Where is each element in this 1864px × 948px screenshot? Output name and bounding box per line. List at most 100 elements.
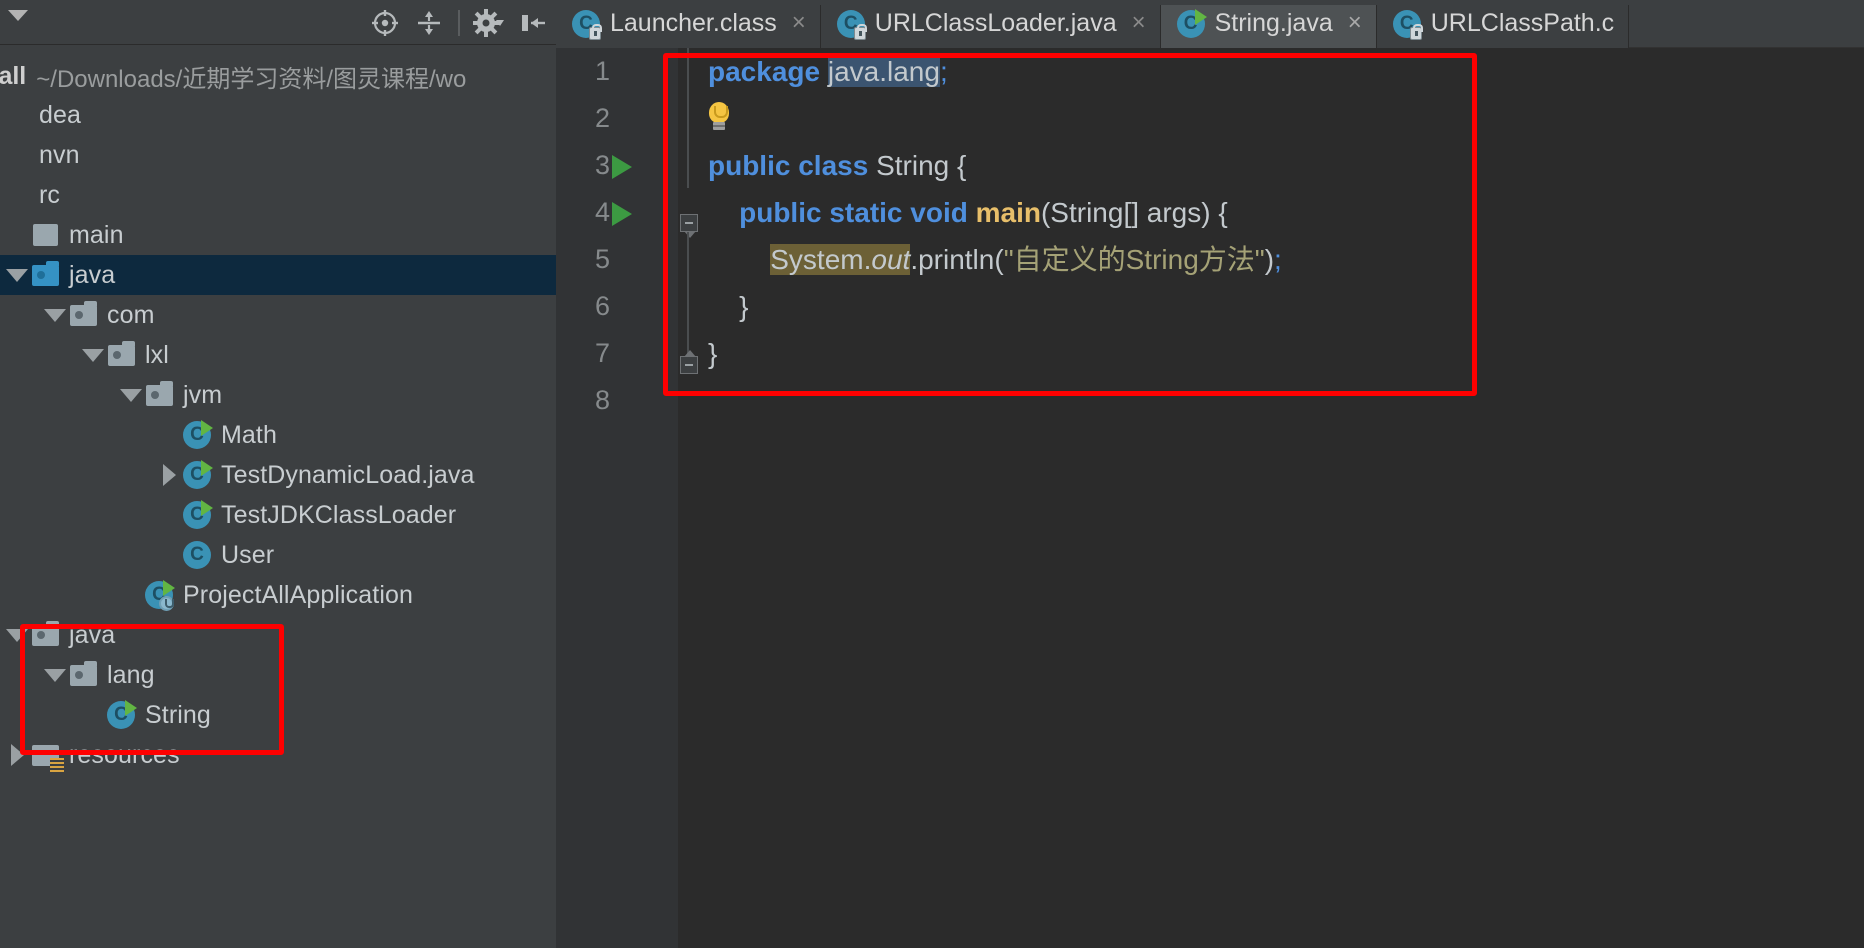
tree-item-label: nvn <box>39 140 80 169</box>
tree-item-label: User <box>221 540 275 569</box>
twisty-expanded-icon[interactable] <box>42 655 68 695</box>
line-number: 8 <box>594 385 610 415</box>
tree-item-java[interactable]: java <box>0 255 556 295</box>
spring-class-icon: C <box>144 580 175 611</box>
project-name: ect-all <box>0 61 27 90</box>
editor-tab-urlclassloader-java[interactable]: C URLClassLoader.java × <box>820 0 1161 48</box>
compiled-class-icon: C <box>571 9 602 40</box>
tree-item-testjdkclassloader[interactable]: C TestJDKClassLoader <box>0 495 556 535</box>
code-folding-strip[interactable] <box>678 48 700 948</box>
tab-close-icon[interactable]: × <box>1132 11 1146 35</box>
project-path-row[interactable]: ect-all ~/Downloads/近期学习资料/图灵课程/wo <box>0 57 556 95</box>
package-folder-icon <box>68 660 98 690</box>
tree-item-label: com <box>107 300 155 329</box>
twisty-expanded-icon[interactable] <box>118 375 144 415</box>
editor-gutter[interactable]: 1 2 3 4 5 6 7 8 <box>556 48 678 948</box>
tree-item-label: Math <box>221 420 277 449</box>
tree-item-idea[interactable]: dea <box>0 95 556 135</box>
tree-item-math[interactable]: C Math <box>0 415 556 455</box>
code-token: .println( <box>910 244 1004 275</box>
gear-icon[interactable] <box>472 6 506 40</box>
tree-item-user[interactable]: C User <box>0 535 556 575</box>
tree-item-testdynamicload-java[interactable]: C TestDynamicLoad.java <box>0 455 556 495</box>
gutter-line-1[interactable]: 1 <box>556 48 678 95</box>
collapse-all-icon[interactable] <box>412 6 446 40</box>
editor-tab-launcher-class[interactable]: C Launcher.class × <box>556 0 821 48</box>
twisty-collapsed-icon[interactable] <box>156 455 182 495</box>
twisty-expanded-icon[interactable] <box>42 295 68 335</box>
tree-item-jvm[interactable]: jvm <box>0 375 556 415</box>
tree-item-label: lang <box>107 660 155 689</box>
tree-item-lang[interactable]: lang <box>0 655 556 695</box>
chevron-down-icon[interactable] <box>8 10 28 21</box>
fold-guideline <box>687 48 689 188</box>
code-token: "自定义的String方法" <box>1003 244 1265 275</box>
tree-item-mvn[interactable]: nvn <box>0 135 556 175</box>
gutter-line-2[interactable]: 2 <box>556 95 678 142</box>
tree-item-label: TestDynamicLoad.java <box>221 460 475 489</box>
compiled-class-icon: C <box>1392 9 1423 40</box>
tab-close-icon[interactable]: × <box>792 11 806 35</box>
code-line-1[interactable]: package java.lang; <box>708 48 1858 95</box>
code-token: ; <box>1274 244 1282 275</box>
hide-panel-icon[interactable] <box>516 6 550 40</box>
tree-item-com[interactable]: com <box>0 295 556 335</box>
code-line-6[interactable]: } <box>708 283 1858 330</box>
project-tree[interactable]: dea nvn rc main java com lxl jvm C Math C TestDynam… <box>0 95 556 948</box>
class-icon: C <box>182 540 212 570</box>
line-number: 3 <box>594 150 610 180</box>
code-line-5[interactable]: System.out.println("自定义的String方法"); <box>708 236 1858 283</box>
tree-item-label: java <box>69 260 116 289</box>
editor-tab-bar[interactable]: C Launcher.class × C URLClassLoader.java × C St… <box>556 0 1864 48</box>
gutter-line-7[interactable]: 7 <box>556 330 678 377</box>
fold-connector <box>687 232 689 366</box>
code-text[interactable]: package java.lang; public class String {… <box>708 48 1858 948</box>
tree-item-projectallapplication[interactable]: C ProjectAllApplication <box>0 575 556 615</box>
code-line-2[interactable] <box>708 95 1858 142</box>
runnable-class-icon: C <box>182 500 213 530</box>
package-folder-icon <box>106 340 136 370</box>
gutter-line-8[interactable]: 8 <box>556 377 678 424</box>
fold-marker-open[interactable] <box>680 214 698 238</box>
tree-item-label: java <box>69 620 116 649</box>
runnable-class-icon: C <box>182 460 213 490</box>
twisty-expanded-icon[interactable] <box>4 255 30 295</box>
tree-item-src[interactable]: rc <box>0 175 556 215</box>
tree-item-resources[interactable]: resources <box>0 735 556 775</box>
code-line-7[interactable]: } <box>708 330 1858 377</box>
gutter-line-6[interactable]: 6 <box>556 283 678 330</box>
editor-tab-urlclasspath-c[interactable]: C URLClassPath.c <box>1376 0 1630 48</box>
editor-code-pane[interactable]: package java.lang; public class String {… <box>678 48 1864 948</box>
tree-item-java[interactable]: java <box>0 615 556 655</box>
project-view-selector[interactable] <box>8 10 28 21</box>
intention-bulb-icon[interactable] <box>706 102 732 132</box>
twisty-collapsed-icon[interactable] <box>4 735 30 775</box>
gutter-line-5[interactable]: 5 <box>556 236 678 283</box>
package-folder-icon <box>68 300 98 330</box>
run-line-icon[interactable] <box>612 155 632 179</box>
locate-icon[interactable] <box>368 6 402 40</box>
fold-marker-close[interactable] <box>680 350 698 374</box>
code-line-3[interactable]: public class String { <box>708 142 1858 189</box>
gutter-line-4[interactable]: 4 <box>556 189 678 236</box>
tree-item-main[interactable]: main <box>0 215 556 255</box>
tree-item-lxl[interactable]: lxl <box>0 335 556 375</box>
twisty-expanded-icon[interactable] <box>80 335 106 375</box>
twisty-expanded-icon[interactable] <box>4 615 30 655</box>
tree-item-label: ProjectAllApplication <box>183 580 413 609</box>
tab-label: Launcher.class <box>610 8 777 37</box>
gutter-line-3[interactable]: 3 <box>556 142 678 189</box>
tab-close-icon[interactable]: × <box>1348 11 1362 35</box>
editor-tab-string-java[interactable]: C String.java × <box>1160 0 1377 48</box>
code-line-8[interactable] <box>708 377 1858 424</box>
tree-item-string[interactable]: C String <box>0 695 556 735</box>
source-folder-icon <box>30 260 60 290</box>
run-line-icon[interactable] <box>612 202 632 226</box>
code-line-4[interactable]: public static void main(String[] args) { <box>708 189 1858 236</box>
tree-item-label: main <box>69 220 124 249</box>
code-token: java.lang <box>827 56 940 87</box>
